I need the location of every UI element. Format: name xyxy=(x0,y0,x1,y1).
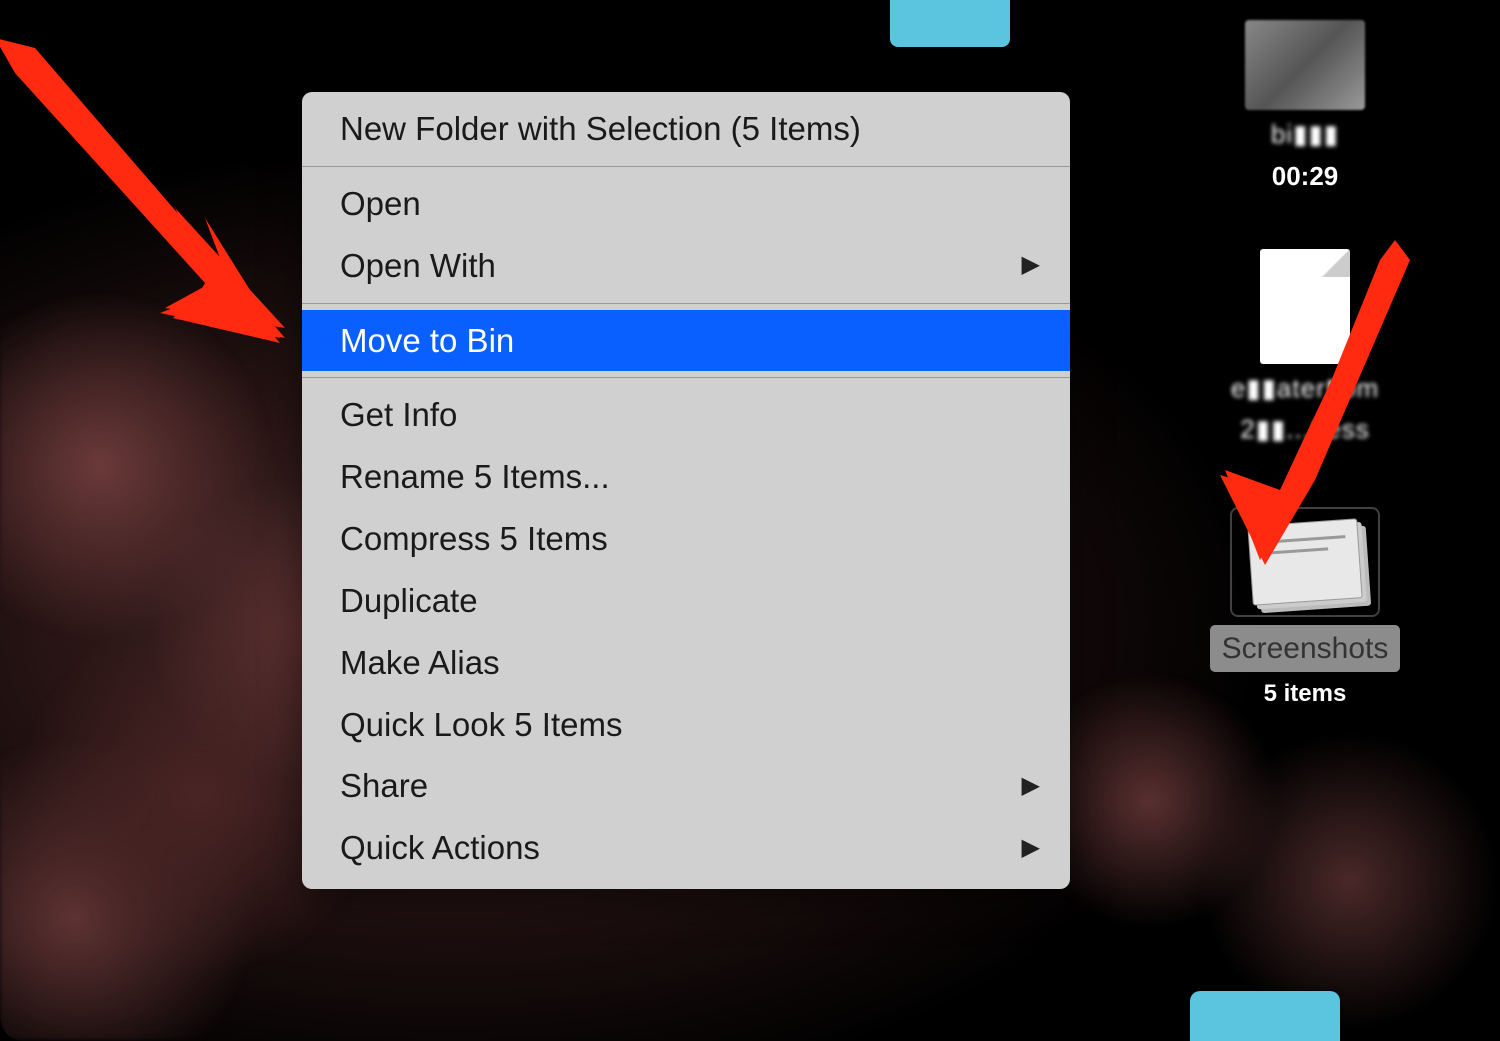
desktop-background: bi▮▮▮ 00:29 e▮▮ater▮om 2▮▮...▮ess Screen… xyxy=(0,0,1500,1041)
menu-item-label: Make Alias xyxy=(340,639,500,687)
menu-item-duplicate[interactable]: Duplicate xyxy=(302,570,1070,632)
menu-item-get-info[interactable]: Get Info xyxy=(302,384,1070,446)
menu-item-quick-actions[interactable]: Quick Actions ▶ xyxy=(302,817,1070,879)
menu-item-quick-look[interactable]: Quick Look 5 Items xyxy=(302,694,1070,756)
chevron-right-icon: ▶ xyxy=(1022,248,1040,283)
menu-item-label: Open With xyxy=(340,242,496,290)
context-menu: New Folder with Selection (5 Items) Open… xyxy=(302,92,1070,889)
menu-item-label: Open xyxy=(340,180,421,228)
folder-icon[interactable] xyxy=(890,0,1010,47)
menu-item-label: Share xyxy=(340,762,428,810)
menu-item-open-with[interactable]: Open With ▶ xyxy=(302,235,1070,297)
desktop-item-label: 2▮▮...▮ess xyxy=(1240,413,1370,447)
menu-item-label: Quick Look 5 Items xyxy=(340,701,622,749)
stack-icon xyxy=(1230,507,1380,617)
menu-item-label: Quick Actions xyxy=(340,824,540,872)
menu-item-move-to-bin[interactable]: Move to Bin xyxy=(302,310,1070,372)
menu-item-label: Get Info xyxy=(340,391,457,439)
menu-item-label: New Folder with Selection (5 Items) xyxy=(340,105,861,153)
menu-item-label: Compress 5 Items xyxy=(340,515,608,563)
desktop-item-video[interactable]: bi▮▮▮ 00:29 xyxy=(1245,20,1365,194)
video-thumbnail-icon xyxy=(1245,20,1365,110)
menu-item-rename[interactable]: Rename 5 Items... xyxy=(302,446,1070,508)
menu-separator xyxy=(302,303,1070,304)
desktop-item-timestamp: 00:29 xyxy=(1272,160,1339,194)
menu-item-label: Duplicate xyxy=(340,577,478,625)
menu-item-compress[interactable]: Compress 5 Items xyxy=(302,508,1070,570)
menu-item-label: Rename 5 Items... xyxy=(340,453,610,501)
menu-item-share[interactable]: Share ▶ xyxy=(302,755,1070,817)
desktop-item-label: Screenshots xyxy=(1210,625,1401,672)
menu-item-make-alias[interactable]: Make Alias xyxy=(302,632,1070,694)
menu-item-new-folder-with-selection[interactable]: New Folder with Selection (5 Items) xyxy=(302,98,1070,160)
desktop-icons-column: bi▮▮▮ 00:29 e▮▮ater▮om 2▮▮...▮ess Screen… xyxy=(1135,20,1475,708)
desktop-item-label: e▮▮ater▮om xyxy=(1231,372,1379,406)
menu-item-open[interactable]: Open xyxy=(302,173,1070,235)
chevron-right-icon: ▶ xyxy=(1022,831,1040,866)
menu-separator xyxy=(302,166,1070,167)
menu-item-label: Move to Bin xyxy=(340,317,514,365)
desktop-item-count: 5 items xyxy=(1264,680,1347,708)
folder-icon[interactable] xyxy=(1190,991,1340,1041)
document-icon xyxy=(1260,249,1350,364)
desktop-item-label: bi▮▮▮ xyxy=(1271,118,1339,152)
desktop-item-stack[interactable]: Screenshots 5 items xyxy=(1210,507,1401,708)
chevron-right-icon: ▶ xyxy=(1022,769,1040,804)
menu-separator xyxy=(302,377,1070,378)
desktop-item-document[interactable]: e▮▮ater▮om 2▮▮...▮ess xyxy=(1231,249,1379,448)
